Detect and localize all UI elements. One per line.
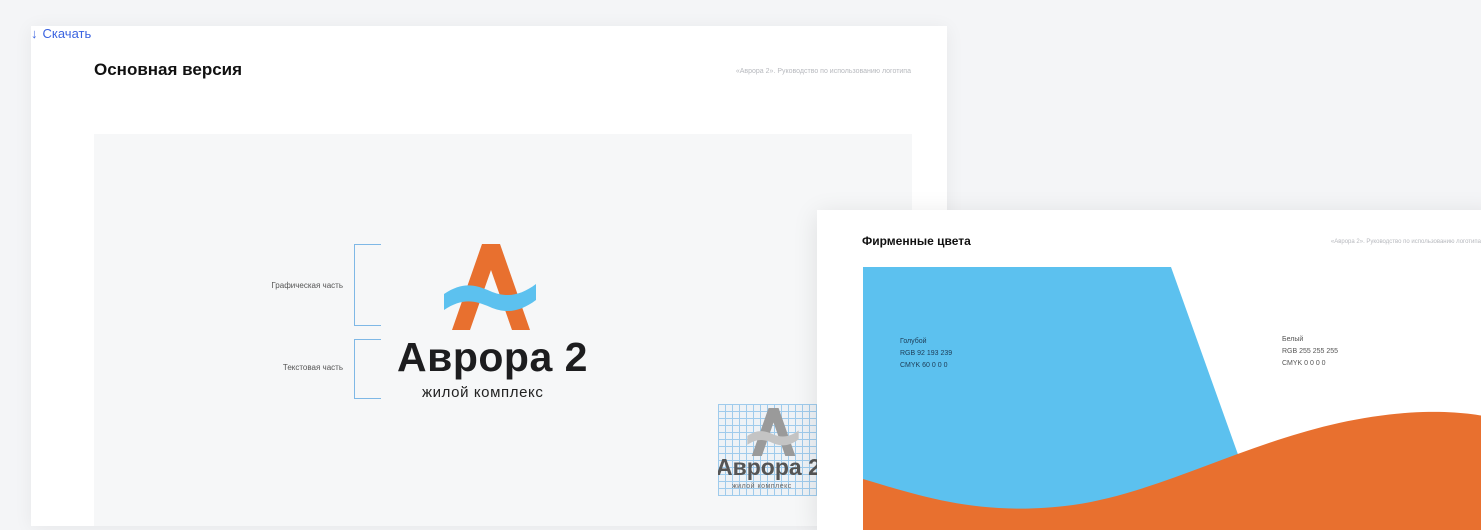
download-label: Скачать xyxy=(42,26,92,41)
section-title: Фирменные цвета xyxy=(862,234,971,248)
swatch-name: Белый xyxy=(1282,336,1304,343)
arrow-down-icon: ↓ xyxy=(31,26,38,41)
text-part-bracket xyxy=(354,339,381,399)
logo-mark-icon xyxy=(444,244,536,330)
logo-main-version-card: Основная версия «Аврора 2». Руководство … xyxy=(31,26,947,526)
grid-logo-name: Аврора 2 xyxy=(718,454,821,480)
brand-colors-card: Фирменные цвета «Аврора 2». Руководство … xyxy=(817,210,1481,530)
logo-grid-construction: Аврора 2 жилой комплекс xyxy=(718,404,830,496)
swatch-cmyk: CMYK 0 0 0 0 xyxy=(1282,360,1326,367)
grid-logo-subtitle: жилой комплекс xyxy=(732,483,792,490)
breadcrumb: «Аврора 2». Руководство по использованию… xyxy=(1330,239,1481,245)
swatch-cmyk: CMYK 60 0 0 0 xyxy=(900,362,948,369)
blue-swatch-info: Голубой RGB 92 193 239 CMYK 60 0 0 0 xyxy=(900,336,952,372)
logo-subtitle: жилой комплекс xyxy=(422,384,544,401)
breadcrumb: «Аврора 2». Руководство по использованию… xyxy=(735,68,911,75)
logo-stage: Графическая часть Текстовая часть Аврора… xyxy=(94,134,912,526)
text-part-label: Текстовая часть xyxy=(282,363,343,372)
logo-name: Аврора 2 xyxy=(397,334,588,380)
graphic-part-label: Графическая часть xyxy=(271,281,343,290)
swatch-name: Голубой xyxy=(900,338,927,345)
swatch-rgb: RGB 255 255 255 xyxy=(1282,348,1339,355)
download-link[interactable]: ↓ Скачать xyxy=(31,26,947,41)
brand-colors-swatch-art xyxy=(863,267,1481,530)
swatch-rgb: RGB 92 193 239 xyxy=(900,350,953,357)
grid-logo-mark-icon xyxy=(747,408,799,456)
section-title: Основная версия xyxy=(94,60,243,79)
white-swatch-info: Белый RGB 255 255 255 CMYK 0 0 0 0 xyxy=(1282,334,1338,370)
graphic-part-bracket xyxy=(354,244,381,326)
